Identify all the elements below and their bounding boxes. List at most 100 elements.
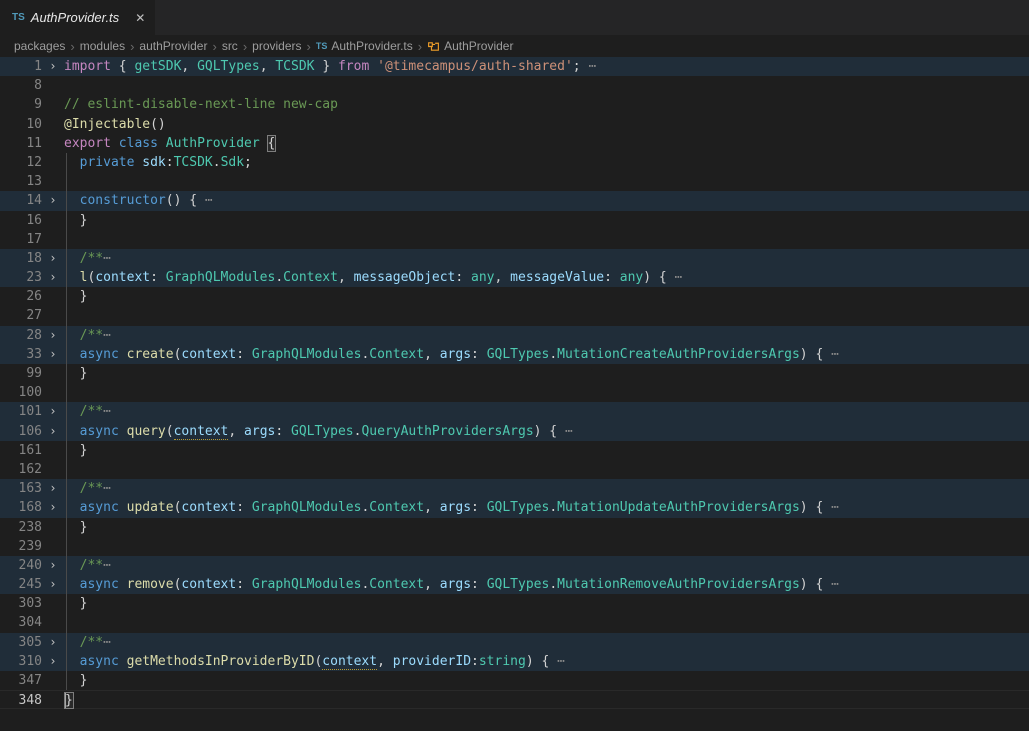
line-number[interactable]: 26 bbox=[0, 287, 42, 306]
code-row-line-23[interactable]: 23› l(context: GraphQLModules.Context, m… bbox=[0, 268, 1029, 287]
code-line[interactable]: // eslint-disable-next-line new-cap bbox=[64, 95, 1029, 114]
code-line[interactable]: } bbox=[64, 594, 1029, 613]
code-row-line-28[interactable]: 28› /**⋯ bbox=[0, 326, 1029, 345]
code-row-line-12[interactable]: 12 private sdk:TCSDK.Sdk; bbox=[0, 153, 1029, 172]
code-row-line-101[interactable]: 101› /**⋯ bbox=[0, 402, 1029, 421]
fold-chevron-icon[interactable]: › bbox=[42, 652, 64, 671]
fold-chevron-icon[interactable]: › bbox=[42, 422, 64, 441]
line-number[interactable]: 168 bbox=[0, 498, 42, 517]
line-number[interactable]: 348 bbox=[0, 691, 42, 708]
code-line[interactable]: private sdk:TCSDK.Sdk; bbox=[64, 153, 1029, 172]
fold-chevron-icon[interactable]: › bbox=[42, 249, 64, 268]
line-number[interactable]: 1 bbox=[0, 57, 42, 76]
code-row-line-10[interactable]: 10 @Injectable() bbox=[0, 115, 1029, 134]
fold-chevron-icon[interactable]: › bbox=[42, 345, 64, 364]
line-number[interactable]: 12 bbox=[0, 153, 42, 172]
code-row-line-305[interactable]: 305› /**⋯ bbox=[0, 633, 1029, 652]
code-line[interactable]: async query(context, args: GQLTypes.Quer… bbox=[64, 422, 1029, 441]
line-number[interactable]: 305 bbox=[0, 633, 42, 652]
code-row-line-1[interactable]: 1›import { getSDK, GQLTypes, TCSDK } fro… bbox=[0, 57, 1029, 76]
line-number[interactable]: 161 bbox=[0, 441, 42, 460]
breadcrumb-item-authprovider[interactable]: AuthProvider bbox=[427, 39, 513, 53]
code-row-line-100[interactable]: 100 bbox=[0, 383, 1029, 402]
code-line[interactable]: /**⋯ bbox=[64, 402, 1029, 421]
line-number[interactable]: 17 bbox=[0, 230, 42, 249]
line-number[interactable]: 33 bbox=[0, 345, 42, 364]
fold-chevron-icon[interactable]: › bbox=[42, 57, 64, 76]
code-line[interactable]: l(context: GraphQLModules.Context, messa… bbox=[64, 268, 1029, 287]
fold-chevron-icon[interactable]: › bbox=[42, 556, 64, 575]
code-line[interactable]: /**⋯ bbox=[64, 326, 1029, 345]
line-number[interactable]: 239 bbox=[0, 537, 42, 556]
code-line[interactable] bbox=[64, 537, 1029, 556]
line-number[interactable]: 99 bbox=[0, 364, 42, 383]
code-row-line-9[interactable]: 9// eslint-disable-next-line new-cap bbox=[0, 95, 1029, 114]
breadcrumb-item-authprovider[interactable]: authProvider bbox=[139, 39, 207, 53]
code-line[interactable]: async update(context: GraphQLModules.Con… bbox=[64, 498, 1029, 517]
line-number[interactable]: 245 bbox=[0, 575, 42, 594]
breadcrumb-item-authprovider-ts[interactable]: TSAuthProvider.ts bbox=[316, 39, 413, 53]
code-line[interactable]: } bbox=[64, 364, 1029, 383]
code-row-line-238[interactable]: 238 } bbox=[0, 518, 1029, 537]
fold-chevron-icon[interactable]: › bbox=[42, 498, 64, 517]
line-number[interactable]: 8 bbox=[0, 76, 42, 95]
fold-chevron-icon[interactable]: › bbox=[42, 191, 64, 210]
code-line[interactable]: } bbox=[64, 287, 1029, 306]
line-number[interactable]: 238 bbox=[0, 518, 42, 537]
code-line[interactable]: /**⋯ bbox=[64, 479, 1029, 498]
line-number[interactable]: 304 bbox=[0, 613, 42, 632]
code-row-line-304[interactable]: 304 bbox=[0, 613, 1029, 632]
breadcrumb-item-modules[interactable]: modules bbox=[80, 39, 125, 53]
code-row-line-33[interactable]: 33› async create(context: GraphQLModules… bbox=[0, 345, 1029, 364]
code-line[interactable] bbox=[64, 76, 1029, 95]
code-line[interactable] bbox=[64, 172, 1029, 191]
code-line[interactable] bbox=[64, 613, 1029, 632]
code-line[interactable]: /**⋯ bbox=[64, 633, 1029, 652]
code-row-line-99[interactable]: 99 } bbox=[0, 364, 1029, 383]
line-number[interactable]: 100 bbox=[0, 383, 42, 402]
code-editor[interactable]: 1›import { getSDK, GQLTypes, TCSDK } fro… bbox=[0, 57, 1029, 709]
tab-authprovider-ts[interactable]: TS AuthProvider.ts ✕ bbox=[0, 0, 155, 35]
line-number[interactable]: 163 bbox=[0, 479, 42, 498]
line-number[interactable]: 14 bbox=[0, 191, 42, 210]
fold-chevron-icon[interactable]: › bbox=[42, 402, 64, 421]
code-line[interactable]: } bbox=[64, 211, 1029, 230]
code-line[interactable] bbox=[64, 383, 1029, 402]
code-line[interactable]: export class AuthProvider { bbox=[64, 134, 1029, 153]
line-number[interactable]: 10 bbox=[0, 115, 42, 134]
fold-chevron-icon[interactable]: › bbox=[42, 479, 64, 498]
code-line[interactable]: } bbox=[64, 518, 1029, 537]
code-row-line-310[interactable]: 310› async getMethodsInProviderByID(cont… bbox=[0, 652, 1029, 671]
code-line[interactable]: } bbox=[64, 671, 1029, 690]
code-row-line-14[interactable]: 14› constructor() { ⋯ bbox=[0, 191, 1029, 210]
code-row-line-239[interactable]: 239 bbox=[0, 537, 1029, 556]
code-row-line-17[interactable]: 17 bbox=[0, 230, 1029, 249]
breadcrumb-item-src[interactable]: src bbox=[222, 39, 238, 53]
code-line[interactable]: } bbox=[64, 441, 1029, 460]
fold-chevron-icon[interactable]: › bbox=[42, 268, 64, 287]
code-row-line-8[interactable]: 8 bbox=[0, 76, 1029, 95]
line-number[interactable]: 347 bbox=[0, 671, 42, 690]
code-row-line-106[interactable]: 106› async query(context, args: GQLTypes… bbox=[0, 422, 1029, 441]
code-row-line-13[interactable]: 13 bbox=[0, 172, 1029, 191]
code-row-line-161[interactable]: 161 } bbox=[0, 441, 1029, 460]
code-row-line-163[interactable]: 163› /**⋯ bbox=[0, 479, 1029, 498]
line-number[interactable]: 27 bbox=[0, 306, 42, 325]
code-row-line-240[interactable]: 240› /**⋯ bbox=[0, 556, 1029, 575]
code-row-line-16[interactable]: 16 } bbox=[0, 211, 1029, 230]
line-number[interactable]: 28 bbox=[0, 326, 42, 345]
line-number[interactable]: 13 bbox=[0, 172, 42, 191]
line-number[interactable]: 303 bbox=[0, 594, 42, 613]
code-row-line-27[interactable]: 27 bbox=[0, 306, 1029, 325]
code-line[interactable] bbox=[64, 306, 1029, 325]
code-line[interactable]: import { getSDK, GQLTypes, TCSDK } from … bbox=[64, 57, 1029, 76]
line-number[interactable]: 101 bbox=[0, 402, 42, 421]
code-row-line-162[interactable]: 162 bbox=[0, 460, 1029, 479]
code-row-line-347[interactable]: 347 } bbox=[0, 671, 1029, 690]
line-number[interactable]: 162 bbox=[0, 460, 42, 479]
line-number[interactable]: 11 bbox=[0, 134, 42, 153]
code-row-line-11[interactable]: 11 export class AuthProvider { bbox=[0, 134, 1029, 153]
line-number[interactable]: 240 bbox=[0, 556, 42, 575]
code-line[interactable]: /**⋯ bbox=[64, 249, 1029, 268]
code-line[interactable]: @Injectable() bbox=[64, 115, 1029, 134]
